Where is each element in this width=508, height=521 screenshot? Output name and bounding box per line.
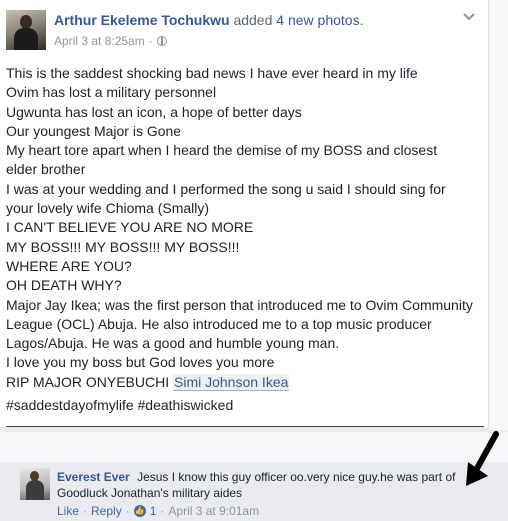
action-dot: · — [125, 504, 130, 518]
author-avatar[interactable] — [6, 10, 46, 50]
post-line: Ovim has lost a military personnel — [6, 84, 217, 101]
commenter-avatar-body — [26, 480, 44, 500]
post-card: Arthur Ekeleme Tochukwu added 4 new phot… — [0, 0, 489, 427]
post-header: Arthur Ekeleme Tochukwu added 4 new phot… — [54, 12, 363, 28]
post-timestamp[interactable]: April 3 at 8:25am — [54, 34, 145, 48]
post-line: Major Jay Ikea; was the first person tha… — [6, 296, 473, 313]
post-line: WHERE ARE YOU? — [6, 257, 132, 274]
author-name[interactable]: Arthur Ekeleme Tochukwu — [54, 12, 230, 28]
post-line: My heart tore apart when I heard the dem… — [6, 142, 438, 159]
avatar-head — [20, 15, 32, 29]
commenter-avatar[interactable] — [20, 468, 50, 500]
comment-header-bar — [0, 432, 508, 462]
post-line: I CAN'T BELIEVE YOU ARE NO MORE — [6, 219, 254, 236]
post-line: I love you my boss but God loves you mor… — [6, 354, 275, 371]
comment-actions: Like · Reply · 👍 1 · April 3 at 9:01am — [57, 504, 259, 518]
mention-link[interactable]: Simi Johnson Ikea — [173, 373, 290, 391]
post-line: Ugwunta has lost an icon, a hope of bett… — [6, 103, 302, 120]
post-action: added 4 new photos. — [233, 12, 363, 28]
post-line: Lagos/Abuja. He was a good and humble yo… — [6, 335, 340, 352]
meta-separator: · — [148, 34, 153, 48]
reaction-count[interactable]: 1 — [150, 504, 157, 518]
action-prefix: added — [233, 12, 273, 28]
reply-link[interactable]: Reply — [91, 504, 122, 518]
post-line: I was at your wedding and I performed th… — [6, 180, 446, 197]
post-line: OH DEATH WHY? — [6, 277, 122, 294]
comment: Everest Ever Jesus I know this guy offic… — [57, 469, 467, 501]
globe-icon[interactable] — [156, 36, 167, 46]
post-meta: April 3 at 8:25am · — [54, 34, 167, 48]
hashtags[interactable]: #saddestdayofmylife #deathiswicked — [6, 397, 233, 413]
like-link[interactable]: Like — [57, 504, 79, 518]
chevron-down-icon[interactable] — [462, 10, 476, 24]
arrow-pointer-icon — [466, 431, 499, 486]
comment-author[interactable]: Everest Ever — [57, 470, 130, 484]
post-text: This is the saddest shocking bad news I … — [6, 64, 486, 392]
action-dot: · — [83, 504, 88, 518]
thumbs-up-icon[interactable]: 👍 — [133, 505, 146, 517]
comment-timestamp[interactable]: April 3 at 9:01am — [168, 504, 259, 518]
post-line: This is the saddest shocking bad news I … — [6, 65, 418, 81]
scrollbar[interactable] — [489, 0, 508, 430]
post-line-last: RIP MAJOR ONYEBUCHI Simi Johnson Ikea — [6, 373, 486, 392]
action-suffix: . — [359, 12, 364, 28]
post-line: League (OCL) Abuja. He also introduced m… — [6, 315, 432, 332]
post-line: your lovely wife Chioma (Smally) — [6, 200, 210, 217]
action-dot: · — [160, 504, 165, 518]
post-line: elder brother — [6, 161, 86, 178]
rip-text: RIP MAJOR ONYEBUCHI — [6, 373, 170, 390]
photo-divider — [6, 426, 484, 427]
photos-link[interactable]: 4 new photos — [276, 12, 359, 28]
post-line: MY BOSS!!! MY BOSS!!! MY BOSS!!! — [6, 238, 240, 255]
post-line: Our youngest Major is Gone — [6, 122, 182, 139]
avatar-body — [14, 28, 38, 50]
